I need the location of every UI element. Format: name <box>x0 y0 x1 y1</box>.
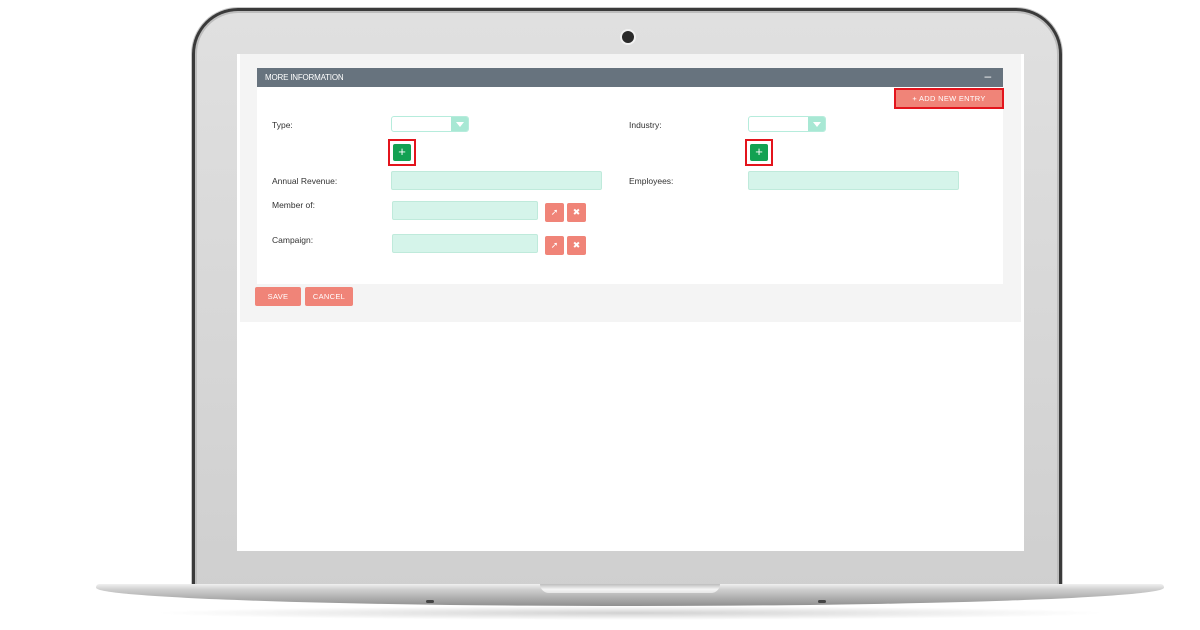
campaign-label: Campaign: <box>272 235 314 245</box>
laptop-foot <box>426 600 434 603</box>
cancel-button[interactable]: CANCEL <box>305 287 353 306</box>
employees-input[interactable] <box>748 171 959 190</box>
laptop-foot <box>818 600 826 603</box>
panel-title: MORE INFORMATION <box>265 73 344 82</box>
employees-label: Employees: <box>629 176 674 186</box>
industry-select[interactable] <box>748 116 826 132</box>
type-add-highlight: + <box>388 139 416 166</box>
laptop-screen: MORE INFORMATION – Type: + Industry: + A… <box>237 54 1024 551</box>
type-select[interactable] <box>391 116 469 132</box>
industry-label: Industry: <box>629 120 662 130</box>
type-add-button[interactable]: + <box>393 144 411 161</box>
chevron-down-icon[interactable] <box>808 117 825 131</box>
cursor-arrow-icon: ➚ <box>550 240 559 250</box>
panel-header[interactable]: MORE INFORMATION – <box>257 68 1003 87</box>
member-of-label: Member of: <box>272 200 315 210</box>
more-information-panel: MORE INFORMATION – Type: + Industry: + A… <box>257 68 1003 284</box>
minus-icon[interactable]: – <box>985 68 992 85</box>
laptop-shadow <box>150 606 1110 620</box>
campaign-clear-button[interactable]: ✖ <box>567 236 586 255</box>
add-new-entry-button[interactable]: + ADD NEW ENTRY <box>894 88 1004 109</box>
industry-add-highlight: + <box>745 139 773 166</box>
campaign-input[interactable] <box>392 234 538 253</box>
member-of-input[interactable] <box>392 201 538 220</box>
app-background: MORE INFORMATION – Type: + Industry: + A… <box>240 54 1021 322</box>
close-icon: ✖ <box>572 240 581 250</box>
member-of-clear-button[interactable]: ✖ <box>567 203 586 222</box>
close-icon: ✖ <box>572 207 581 217</box>
save-button[interactable]: SAVE <box>255 287 301 306</box>
cursor-arrow-icon: ➚ <box>550 207 559 217</box>
member-of-select-button[interactable]: ➚ <box>545 203 564 222</box>
camera-icon <box>622 31 634 43</box>
laptop-hinge-notch <box>540 584 720 593</box>
industry-add-button[interactable]: + <box>750 144 768 161</box>
annual-revenue-input[interactable] <box>391 171 602 190</box>
chevron-down-icon[interactable] <box>451 117 468 131</box>
annual-revenue-label: Annual Revenue: <box>272 176 338 186</box>
type-label: Type: <box>272 120 293 130</box>
campaign-select-button[interactable]: ➚ <box>545 236 564 255</box>
